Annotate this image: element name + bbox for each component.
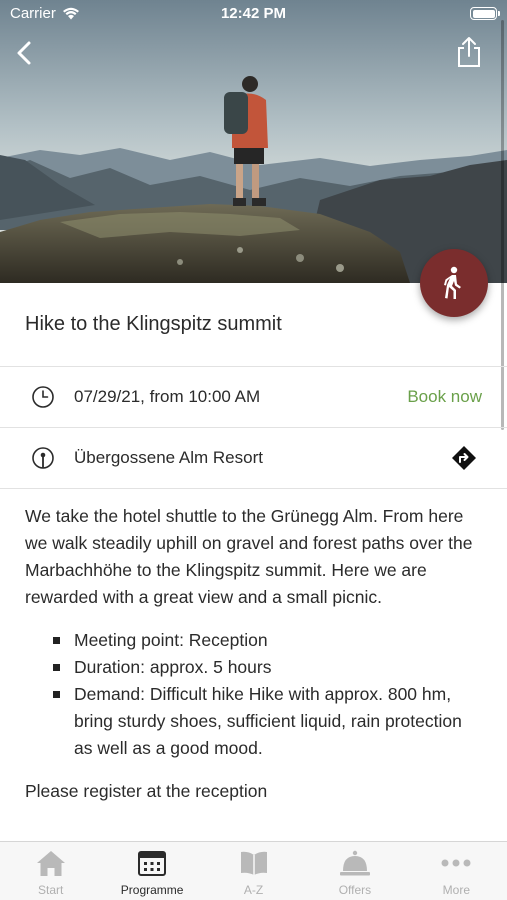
more-dots-icon: [441, 859, 471, 867]
book-icon: [240, 851, 267, 875]
list-item: Meeting point: Reception: [53, 627, 485, 654]
tab-label: Offers: [338, 883, 372, 897]
back-button[interactable]: [12, 38, 38, 68]
status-bar: Carrier 12:42 PM: [0, 0, 507, 28]
tab-start[interactable]: Start: [0, 842, 101, 900]
house-icon: [36, 851, 65, 876]
clock-icon: [32, 386, 54, 408]
list-item: Demand: Difficult hike Hike with approx.…: [53, 681, 485, 762]
tab-more[interactable]: More: [406, 842, 507, 900]
tab-programme[interactable]: Programme: [101, 842, 202, 900]
battery-icon: [470, 7, 500, 20]
event-date-time: 07/29/21, from 10:00 AM: [74, 387, 261, 406]
calendar-icon: [138, 851, 167, 876]
tab-label: A-Z: [243, 883, 264, 897]
hike-fab-button[interactable]: [420, 249, 488, 317]
event-description: We take the hotel shuttle to the Grünegg…: [25, 506, 473, 607]
tab-offers[interactable]: Offers: [304, 842, 405, 900]
directions-icon[interactable]: [451, 445, 477, 471]
tab-bar: Start Programme A-Z Offers More: [0, 841, 507, 900]
tab-label: Start: [38, 883, 64, 897]
tab-label: Programme: [120, 883, 184, 897]
list-item: Duration: approx. 5 hours: [53, 654, 485, 681]
event-description-section: We take the hotel shuttle to the Grünegg…: [25, 503, 485, 805]
clock: 12:42 PM: [220, 5, 287, 22]
book-now-button[interactable]: Book now: [407, 387, 482, 407]
tab-a-z[interactable]: A-Z: [203, 842, 304, 900]
tab-label: More: [442, 883, 470, 897]
date-row: 07/29/21, from 10:00 AM Book now: [0, 367, 507, 428]
share-icon: [458, 37, 480, 67]
share-button[interactable]: [455, 36, 483, 68]
location-pin-icon: [32, 447, 54, 469]
location-row: Übergossene Alm Resort: [0, 428, 507, 489]
bell-icon: [339, 850, 370, 876]
registration-note: Please register at the reception: [25, 781, 268, 801]
hero-image: [0, 0, 507, 283]
event-location: Übergossene Alm Resort: [74, 448, 263, 467]
hiker-icon: [444, 266, 461, 299]
event-details-list: Meeting point: Reception Duration: appro…: [25, 627, 485, 762]
chevron-left-icon: [17, 41, 31, 65]
